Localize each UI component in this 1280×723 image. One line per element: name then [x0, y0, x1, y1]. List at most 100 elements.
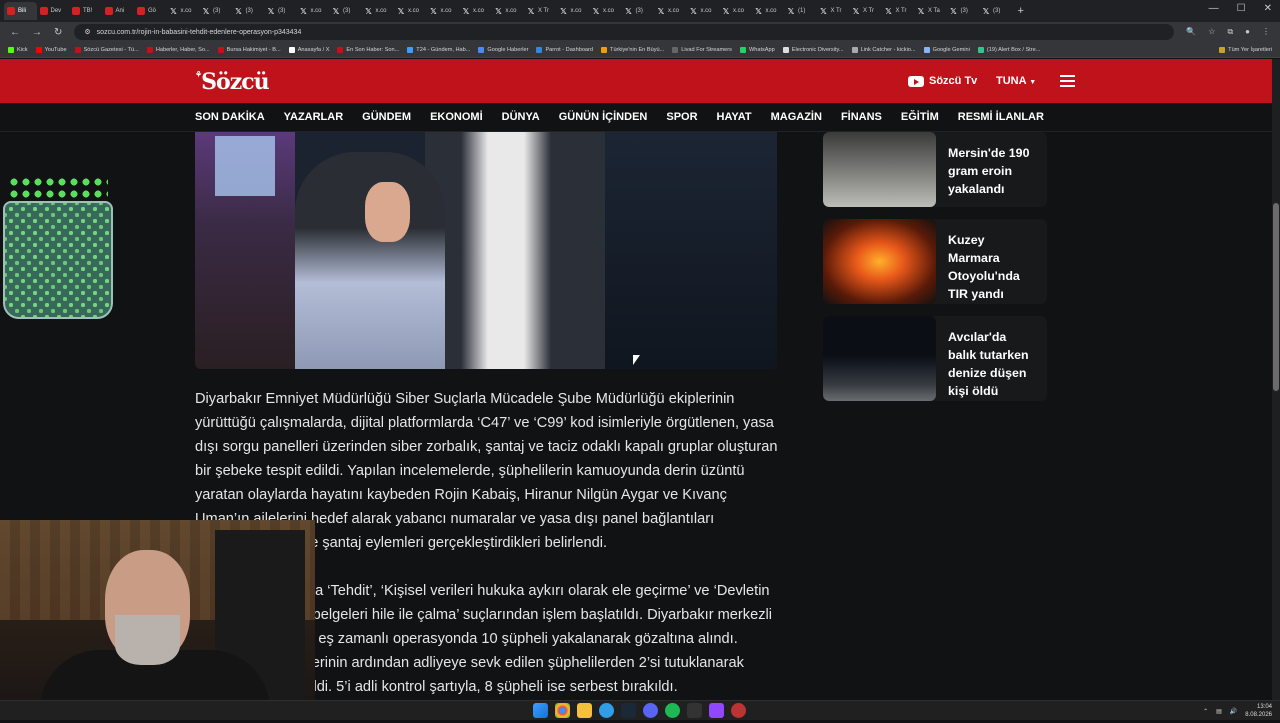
recorder-icon[interactable] [731, 703, 746, 718]
browser-tab[interactable]: 𝕏 (3) [979, 2, 1012, 20]
nav-item[interactable]: GÜNÜN İÇİNDEN [559, 111, 648, 123]
volume-icon[interactable]: 🔊 [1230, 708, 1237, 715]
bookmark-item[interactable]: YouTube [35, 46, 67, 53]
browser-tab[interactable]: Ani [102, 2, 135, 20]
bookmark-item[interactable]: Sözcü Gazetesi - Tü... [74, 46, 139, 53]
browser-tab[interactable]: 𝕏x.co [297, 2, 330, 20]
browser-tab[interactable]: 𝕏x.co [719, 2, 752, 20]
network-icon[interactable]: ▤ [1216, 708, 1222, 715]
browser-tab[interactable]: 𝕏 (3) [199, 2, 232, 20]
browser-tab[interactable]: 𝕏X Tr [882, 2, 915, 20]
nav-item[interactable]: YAZARLAR [284, 111, 344, 123]
nav-item[interactable]: EKONOMİ [430, 111, 483, 123]
bookmark-item[interactable]: En Son Haber: Son... [337, 46, 399, 53]
steam-icon[interactable] [621, 703, 636, 718]
scrollbar-thumb[interactable] [1273, 203, 1279, 391]
discord-icon[interactable] [643, 703, 658, 718]
bookmark-item[interactable]: Kick [8, 46, 28, 53]
tab-label: Dev [50, 8, 62, 14]
bookmark-item[interactable]: Haberler, Haber, So... [146, 46, 210, 53]
nav-item[interactable]: SPOR [666, 111, 697, 123]
url-field[interactable]: ⚙ sozcu.com.tr/rojin-in-babasini-tehdit-… [74, 24, 1175, 40]
news-card[interactable]: Avcılar'da balık tutarken denize düşen k… [823, 316, 1047, 401]
browser-tab[interactable]: 𝕏x.co [167, 2, 200, 20]
bookmark-item[interactable]: Link Catcher - kickio... [851, 46, 916, 53]
nav-item[interactable]: MAGAZİN [771, 111, 822, 123]
nav-item[interactable]: GÜNDEM [362, 111, 411, 123]
caret-down-icon: ▼ [1029, 79, 1037, 86]
browser-tab[interactable]: 𝕏x.co [492, 2, 525, 20]
reload-icon[interactable]: ↻ [54, 27, 62, 38]
site-logo[interactable]: ⚘Sözcü [195, 69, 270, 95]
minimize-icon[interactable]: — [1209, 3, 1219, 14]
edge-icon[interactable] [599, 703, 614, 718]
browser-tab[interactable]: 𝕏 (3) [622, 2, 655, 20]
bookmark-item[interactable]: WhatsApp [739, 46, 775, 53]
browser-tab[interactable]: 𝕏x.co [362, 2, 395, 20]
bookmark-item[interactable]: Livad For Streamers [672, 46, 732, 53]
bookmark-item[interactable]: Türkiye'nin En Büyü... [601, 46, 664, 53]
browser-menu-icon[interactable]: ⋮ [1262, 27, 1270, 37]
close-icon[interactable]: ✕ [1264, 3, 1272, 14]
nav-item[interactable]: FİNANS [841, 111, 882, 123]
extensions-icon[interactable]: ⧉ [1227, 27, 1233, 37]
forward-icon[interactable]: → [32, 27, 42, 38]
chrome-icon[interactable] [555, 703, 570, 718]
bookmark-item[interactable]: T24 - Gündem, Hab... [407, 46, 471, 53]
bookmark-label: T24 - Gündem, Hab... [416, 46, 471, 53]
sozcu-tv-button[interactable]: Sözcü Tv [908, 75, 977, 87]
nav-item[interactable]: SON DAKİKA [195, 111, 265, 123]
user-menu-button[interactable]: TUNA ▼ [996, 75, 1036, 87]
nav-item[interactable]: HAYAT [717, 111, 752, 123]
browser-tab[interactable]: 𝕏X Tr [524, 2, 557, 20]
browser-tab[interactable]: 𝕏X Tr [817, 2, 850, 20]
clock[interactable]: 13:04 8.08.2026 [1245, 703, 1272, 719]
browser-tab[interactable]: 𝕏 (3) [264, 2, 297, 20]
hamburger-menu-icon[interactable] [1060, 75, 1075, 90]
browser-tab[interactable]: TB! [69, 2, 102, 20]
bookmark-item[interactable]: Parrot - Dashboard [536, 46, 593, 53]
browser-tab[interactable]: 𝕏X Tr [849, 2, 882, 20]
nav-item[interactable]: RESMİ İLANLAR [958, 111, 1044, 123]
app-icon[interactable] [687, 703, 702, 718]
browser-tab[interactable]: 𝕏 (3) [947, 2, 980, 20]
browser-tab[interactable]: 𝕏x.co [427, 2, 460, 20]
all-bookmarks[interactable]: Tüm Yer İşaretleri [1219, 46, 1272, 53]
browser-tab[interactable]: 𝕏x.co [589, 2, 622, 20]
tray-chevron-icon[interactable]: ⌃ [1203, 708, 1208, 715]
bookmark-item[interactable]: Anasayfa / X [288, 46, 329, 53]
browser-tab[interactable]: 𝕏x.co [394, 2, 427, 20]
windows-start-icon[interactable] [533, 703, 548, 718]
back-icon[interactable]: ← [10, 27, 20, 38]
news-card[interactable]: Kuzey Marmara Otoyolu'nda TIR yandı [823, 219, 1047, 304]
browser-tab[interactable]: 𝕏x.co [752, 2, 785, 20]
bookmark-item[interactable]: Google Haberler [478, 46, 528, 53]
site-info-icon[interactable]: ⚙ [84, 28, 90, 36]
bookmark-item[interactable]: (19) Alert Box / Stre... [977, 46, 1040, 53]
browser-tab[interactable]: 𝕏x.co [557, 2, 590, 20]
profile-icon[interactable]: ● [1245, 27, 1250, 37]
nav-item[interactable]: EĞİTİM [901, 111, 939, 123]
browser-tab[interactable]: Bili [4, 2, 37, 20]
browser-tab[interactable]: 𝕏x.co [687, 2, 720, 20]
twitch-icon[interactable] [709, 703, 724, 718]
bookmark-item[interactable]: Google Gemini [923, 46, 970, 53]
browser-tab[interactable]: 𝕏x.co [654, 2, 687, 20]
browser-tab[interactable]: 𝕏x.co [459, 2, 492, 20]
spotify-icon[interactable] [665, 703, 680, 718]
browser-tab[interactable]: Dev [37, 2, 70, 20]
zoom-icon[interactable]: 🔍 [1186, 27, 1196, 37]
maximize-icon[interactable]: ☐ [1237, 3, 1246, 14]
browser-tab[interactable]: 𝕏 (3) [329, 2, 362, 20]
browser-tab[interactable]: 𝕏X Ta [914, 2, 947, 20]
bookmark-star-icon[interactable]: ☆ [1208, 27, 1215, 37]
news-card[interactable]: Mersin'de 190 gram eroin yakalandı [823, 132, 1047, 207]
browser-tab[interactable]: Gö [134, 2, 167, 20]
file-explorer-icon[interactable] [577, 703, 592, 718]
browser-tab[interactable]: 𝕏 (3) [232, 2, 265, 20]
bookmark-item[interactable]: Bursa Hakimiyet - B... [217, 46, 281, 53]
browser-tab[interactable]: 𝕏 (1) [784, 2, 817, 20]
bookmark-item[interactable]: Electronic Diversity... [782, 46, 844, 53]
new-tab-icon[interactable]: + [1018, 5, 1024, 17]
nav-item[interactable]: DÜNYA [502, 111, 540, 123]
